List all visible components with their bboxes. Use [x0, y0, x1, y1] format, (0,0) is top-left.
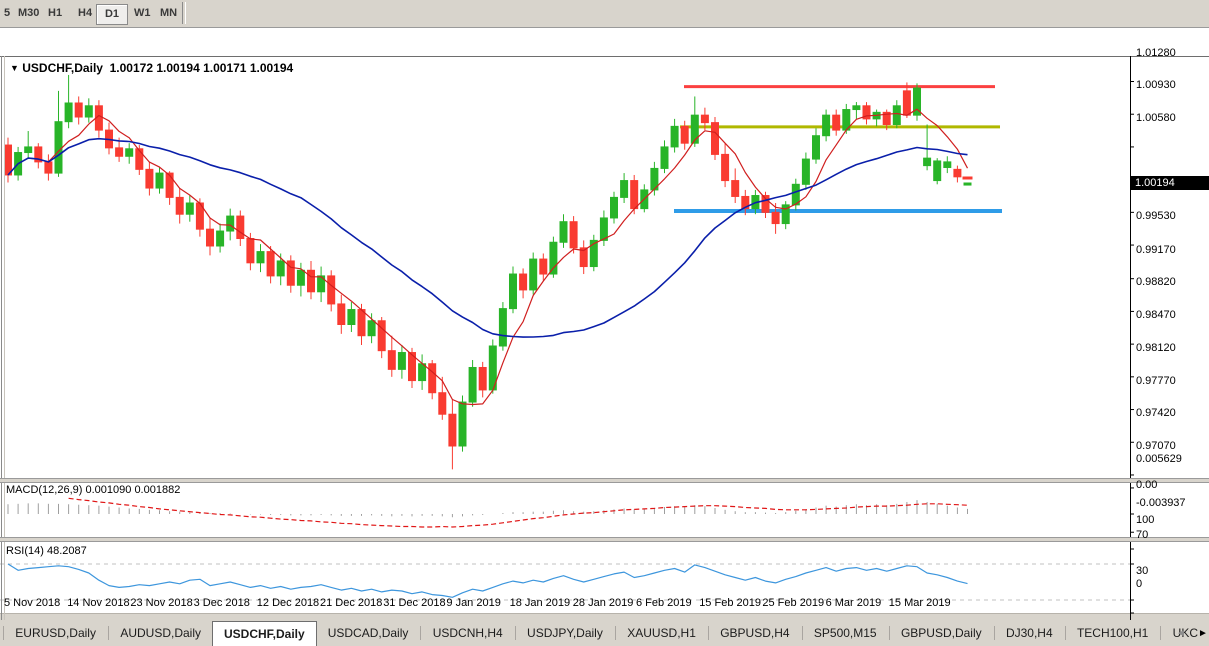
timeframe-toolbar: 5M30H1 H4D1W1MN: [0, 0, 1209, 28]
tab-usdjpy-daily[interactable]: USDJPY,Daily: [516, 620, 614, 646]
tab-dj30-h4[interactable]: DJ30,H4: [995, 620, 1064, 646]
date-axis-label: 15 Mar 2019: [889, 597, 951, 609]
chart-frame: ▼ USDCHF,Daily 1.00172 1.00194 1.00171 1…: [0, 28, 1209, 616]
date-axis-label: 5 Nov 2018: [4, 597, 60, 609]
date-axis-label: 15 Feb 2019: [699, 597, 761, 609]
price-axis-label: 0.99170: [1136, 244, 1176, 256]
price-axis-label: 0.98470: [1136, 309, 1176, 321]
date-axis-label: 23 Nov 2018: [130, 597, 192, 609]
chart-tabbar: EURUSD,DailyAUDUSD,DailyUSDCHF,DailyUSDC…: [0, 620, 1209, 646]
ohlc-high: 1.00194: [156, 61, 199, 75]
rsi-axis-label: 0: [1136, 578, 1142, 590]
timeframe-button-h1[interactable]: H1: [44, 4, 66, 23]
tab-usdchf-daily[interactable]: USDCHF,Daily: [212, 621, 317, 646]
date-axis-label: 9 Jan 2019: [446, 597, 500, 609]
price-axis-label: 0.97070: [1136, 440, 1176, 452]
timeframe-button-mn[interactable]: MN: [156, 4, 181, 23]
price-axis-label: 0.97420: [1136, 407, 1176, 419]
ohlc-close: 1.00194: [250, 61, 293, 75]
timeframe-button-w1[interactable]: W1: [130, 4, 155, 23]
tab-gbpusd-h4[interactable]: GBPUSD,H4: [709, 620, 800, 646]
date-axis-label: 25 Feb 2019: [762, 597, 824, 609]
date-axis-label: 21 Dec 2018: [320, 597, 382, 609]
current-price-box: 1.00194: [1131, 176, 1209, 190]
timeframe-button-m30[interactable]: M30: [14, 4, 43, 23]
mt4-window: 5M30H1 H4D1W1MN ▼ USDCHF,Daily 1.00172 1.…: [0, 0, 1209, 646]
ohlc-low: 1.00171: [203, 61, 246, 75]
macd-axis-label: 0.00: [1136, 479, 1157, 491]
price-axis-label: 0.98120: [1136, 342, 1176, 354]
tab-scroll-right-icon[interactable]: ►: [1194, 620, 1209, 646]
rsi-value: 48.2087: [47, 545, 87, 557]
tab-usdcnh-h4[interactable]: USDCNH,H4: [422, 620, 514, 646]
date-axis-label: 6 Feb 2019: [636, 597, 692, 609]
price-axis-label: 1.00580: [1136, 112, 1176, 124]
tab-sp500-m15[interactable]: SP500,M15: [803, 620, 888, 646]
chart-dropdown-icon[interactable]: ▼: [10, 63, 19, 73]
tab-gbpusd-daily[interactable]: GBPUSD,Daily: [890, 620, 993, 646]
rsi-indicator-label: RSI(14) 48.2087: [6, 545, 87, 557]
price-axis-label: 0.98820: [1136, 276, 1176, 288]
macd-axis-label: -0.003937: [1136, 497, 1186, 509]
date-axis-label: 3 Dec 2018: [194, 597, 250, 609]
tab-audusd-daily[interactable]: AUDUSD,Daily: [109, 620, 212, 646]
chart-title: ▼ USDCHF,Daily 1.00172 1.00194 1.00171 1…: [10, 61, 293, 75]
tab-tech100-h1[interactable]: TECH100,H1: [1066, 620, 1159, 646]
toolbar-separator: [182, 2, 186, 24]
ma-slow-line: [8, 139, 968, 337]
timeframe-button-5[interactable]: 5: [0, 4, 14, 23]
date-axis-label: 12 Dec 2018: [257, 597, 319, 609]
candlestick-chart[interactable]: [0, 28, 1209, 646]
tab-eurusd-daily[interactable]: EURUSD,Daily: [4, 620, 107, 646]
tabbar-lead-space: [0, 620, 2, 646]
rsi-axis-label: 70: [1136, 529, 1148, 541]
price-axis-label: 0.97770: [1136, 375, 1176, 387]
tab-usdcad-daily[interactable]: USDCAD,Daily: [317, 620, 420, 646]
macd-signal-value: 0.001882: [134, 484, 180, 496]
ma-fast-line: [8, 109, 968, 404]
date-axis-label: 6 Mar 2019: [826, 597, 882, 609]
timeframe-button-h4[interactable]: H4: [74, 4, 96, 23]
timeframe-button-d1[interactable]: D1: [96, 4, 128, 25]
date-axis-label: 28 Jan 2019: [573, 597, 634, 609]
macd-main-value: 0.001090: [85, 484, 131, 496]
date-axis-label: 14 Nov 2018: [67, 597, 129, 609]
tab-scroll-left-icon[interactable]: ◄: [1172, 620, 1190, 646]
ohlc-open: 1.00172: [110, 61, 153, 75]
price-axis-label: 1.00930: [1136, 79, 1176, 91]
tab-xauusd-h1[interactable]: XAUUSD,H1: [616, 620, 707, 646]
chart-symbol: USDCHF,Daily: [22, 61, 103, 75]
date-axis-label: 31 Dec 2018: [383, 597, 445, 609]
macd-axis-label: 0.005629: [1136, 453, 1182, 465]
price-axis-label: 1.01280: [1136, 47, 1176, 59]
date-axis-label: 18 Jan 2019: [510, 597, 571, 609]
rsi-axis-label: 30: [1136, 565, 1148, 577]
rsi-axis-label: 100: [1136, 514, 1154, 526]
macd-indicator-label: MACD(12,26,9) 0.001090 0.001882: [6, 484, 180, 496]
price-axis-label: 0.99530: [1136, 210, 1176, 222]
